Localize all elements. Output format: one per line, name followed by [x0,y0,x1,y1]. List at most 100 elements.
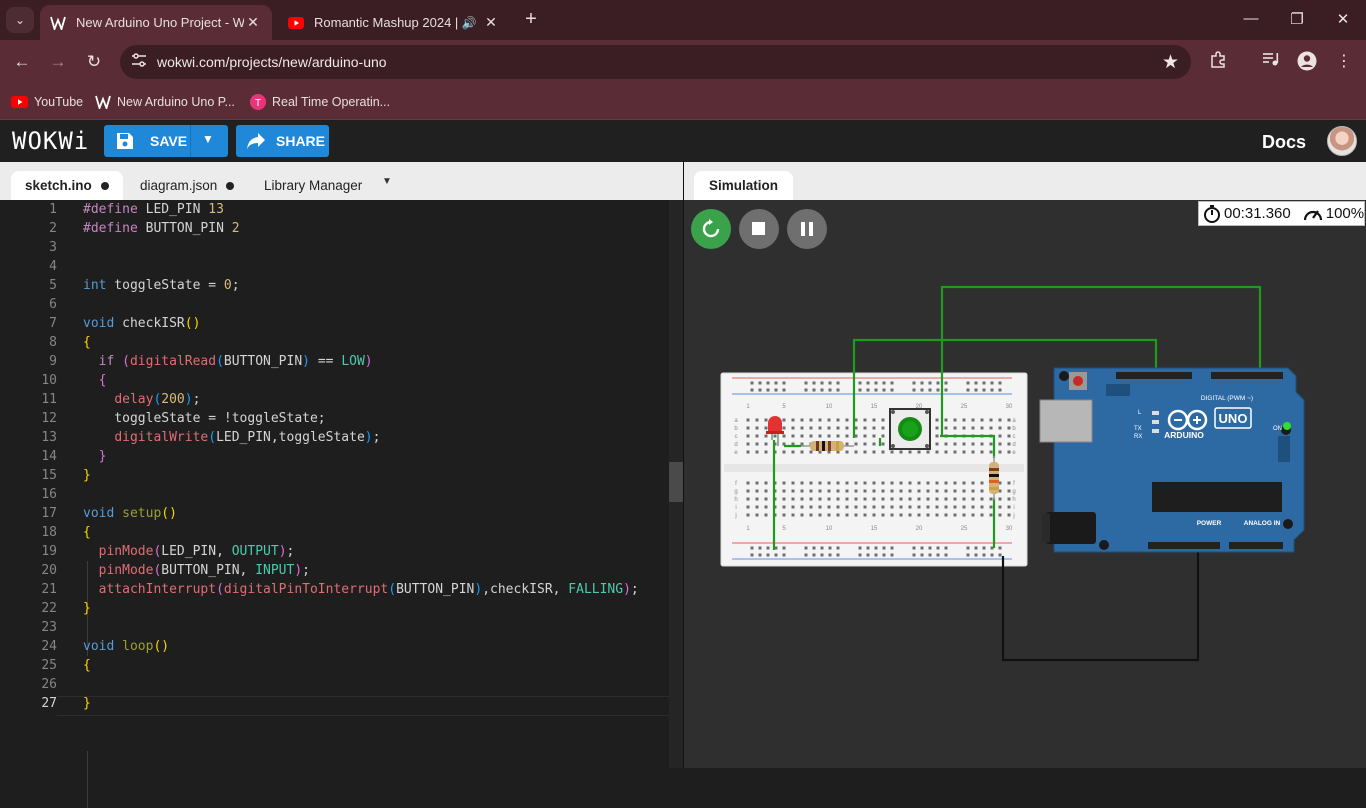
breadboard-column-number: 10 [826,404,833,410]
media-control-icon[interactable] [1260,51,1282,73]
tab-library-manager[interactable]: Library Manager [250,171,376,200]
line-number: 18 [41,525,57,540]
code-line: digitalWrite(LED_PIN,toggleState); [114,430,381,445]
tab-search-button[interactable]: ⌄ [6,7,34,33]
bookmark-youtube[interactable]: YouTube [11,92,83,112]
line-number: 14 [41,449,57,464]
tab-title: New Arduino Uno Project - Wo [76,15,244,30]
site-settings-icon[interactable] [130,53,148,71]
line-number: 22 [41,601,57,616]
docs-link[interactable]: Docs [1262,132,1306,153]
address-url: wokwi.com/projects/new/arduino-uno [157,54,387,70]
save-dropdown-icon[interactable]: ▼ [202,132,214,146]
back-arrow-icon[interactable]: ← [10,50,34,74]
tab-label: Library Manager [264,178,363,193]
tab-wokwi-project[interactable]: New Arduino Uno Project - Wo ✕ [40,5,272,40]
extensions-icon[interactable] [1207,51,1229,73]
line-number: 1 [49,202,57,217]
line-number: 2 [49,221,57,236]
tab-sketch-ino[interactable]: sketch.ino [11,171,123,200]
share-button[interactable]: SHARE [236,125,329,157]
breadboard-row-letter: i [735,505,736,511]
save-label: SAVE [150,133,188,149]
breadboard-row-letter: j [1012,513,1014,519]
code-line: #define LED_PIN 13 [83,202,224,217]
code-line: } [98,449,107,464]
address-bar[interactable]: wokwi.com/projects/new/arduino-uno ★ [120,45,1191,79]
line-number: 13 [41,430,57,445]
line-number: 24 [41,639,57,654]
current-line-highlight [57,696,669,716]
code-line: pinMode(LED_PIN, OUTPUT); [98,544,295,559]
bookmarks-bar: YouTube New Arduino Uno P... T Real Time… [0,84,1366,120]
forward-arrow-icon[interactable]: → [46,50,70,74]
simulation-canvas[interactable]: 00:31.360 100% 1 1 5 5 10 10 15 15 20 20 25 25 30 30 a… [684,200,1366,768]
close-icon[interactable]: ✕ [244,14,262,31]
chevron-down-icon: ⌄ [14,13,26,27]
breadboard-row-letter: h [1012,497,1015,503]
power-led-label: ON [1273,426,1282,432]
push-button[interactable] [889,408,931,450]
digital-header-label: DIGITAL (PWM ~) [1201,395,1253,402]
bookmark-rtos[interactable]: T Real Time Operatin... [250,92,390,112]
line-number: 3 [49,240,57,255]
editor-scrollbar[interactable] [669,200,683,768]
speaker-icon[interactable]: 🔊 [460,16,478,30]
tab-label: sketch.ino [25,178,92,193]
breadboard-row-letter: c [735,434,738,440]
line-number: 27 [41,696,57,711]
bookmark-wokwi[interactable]: New Arduino Uno P... [95,92,235,112]
scrollbar-thumb[interactable] [669,462,683,502]
code-line: attachInterrupt(digitalPinToInterrupt(BU… [98,582,639,597]
breadboard[interactable]: 115510101515202025253030a ab bc cd de ef fg gh h… [720,372,1028,567]
code-line: void loop() [83,639,170,654]
window-close-icon[interactable]: ✕ [1333,10,1353,28]
code-editor[interactable]: 1 #define LED_PIN 13 2 #define BUTTON_PIN 2… [0,200,683,808]
code-line: toggleState = !toggleState; [83,411,326,426]
tab-youtube-mashup[interactable]: Romantic Mashup 2024 | Th 🔊 ✕ [278,5,510,40]
save-button[interactable]: SAVE ▼ [104,125,228,157]
wokwi-logo[interactable]: WOKWi [12,127,89,155]
profile-icon[interactable] [1296,51,1318,73]
minimize-icon[interactable]: — [1241,10,1261,27]
tabs-dropdown-icon[interactable]: ▼ [382,176,392,187]
share-label: SHARE [276,133,326,149]
reload-icon[interactable]: ↻ [82,50,106,74]
code-line: #define BUTTON_PIN 2 [83,221,240,236]
tx-label: TX [1134,426,1142,432]
code-line: { [83,658,91,673]
editor-tabs: sketch.ino diagram.json Library Manager [0,162,683,200]
restore-icon[interactable]: ❐ [1287,10,1307,28]
code-line: { [83,525,91,540]
browser-toolbar: ← → ↻ wokwi.com/projects/new/arduino-uno… [0,40,1366,84]
line-number: 9 [49,354,57,369]
more-menu-icon[interactable]: ⋮ [1333,51,1355,73]
circuit-diagram: 115510101515202025253030a ab bc cd de ef fg gh h… [720,285,1305,662]
avatar[interactable] [1327,126,1357,156]
analog-header-label: ANALOG IN [1244,520,1281,527]
close-icon[interactable]: ✕ [482,14,500,31]
share-arrow-icon [246,132,266,150]
unsaved-dot-icon [100,181,109,190]
line-number: 4 [49,259,57,274]
line-number: 20 [41,563,57,578]
tab-simulation[interactable]: Simulation [694,171,793,200]
new-tab-button[interactable]: + [520,8,542,31]
code-line: void setup() [83,506,177,521]
wokwi-header: WOKWi SAVE ▼ SHARE Docs [0,121,1366,162]
line-number: 23 [41,620,57,635]
power-header-label: POWER [1197,520,1222,527]
breadboard-column-number: 25 [961,526,968,532]
breadboard-row-letter: j [734,513,736,519]
tab-diagram-json[interactable]: diagram.json [126,171,248,200]
youtube-icon [288,15,304,31]
bookmark-star-icon[interactable]: ★ [1162,51,1179,74]
line-number: 25 [41,658,57,673]
simulation-tabs: Simulation [684,162,1366,200]
breadboard-column-number: 10 [826,526,833,532]
unsaved-dot-icon [226,181,235,190]
code-line: } [83,601,91,616]
board-brand-label: ARDUINO [1164,430,1204,440]
code-line: { [83,335,91,350]
breadboard-column-number: 15 [871,526,878,532]
